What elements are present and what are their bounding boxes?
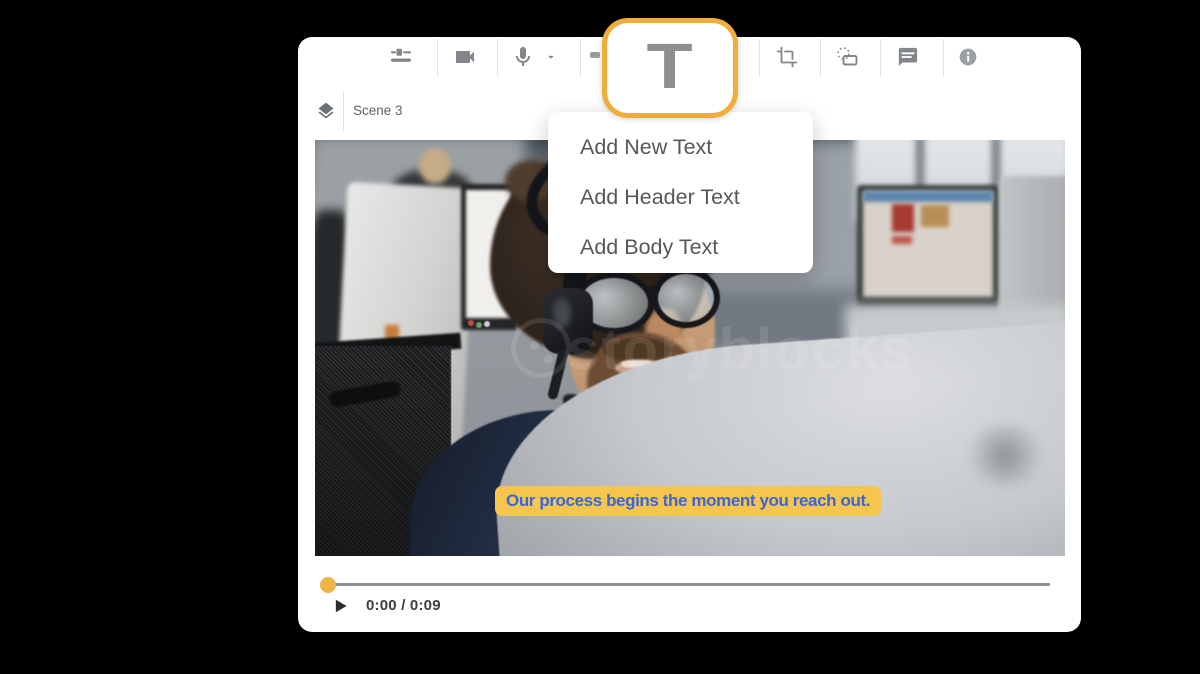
foreground-monitor-shadow-spot bbox=[960, 425, 1050, 485]
watermark-logo bbox=[511, 318, 571, 378]
add-text-icon-occluded bbox=[590, 52, 600, 58]
coworker-screen-thumbnail-small bbox=[892, 236, 912, 244]
toolbar-divider bbox=[759, 39, 760, 77]
background-person-head bbox=[419, 148, 451, 184]
scene-bar-divider bbox=[343, 91, 344, 131]
screenshot-canvas: T Scene 3 bbox=[0, 0, 1200, 674]
layers-icon[interactable] bbox=[316, 101, 336, 121]
toolbar-divider bbox=[437, 39, 438, 77]
menu-item-add-header-text[interactable]: Add Header Text bbox=[548, 172, 813, 222]
watermark-logo-dot bbox=[544, 355, 553, 364]
menu-item-add-new-text[interactable]: Add New Text bbox=[548, 122, 813, 172]
editor-panel: T Scene 3 bbox=[298, 37, 1081, 632]
coworker-monitor-browser-bar bbox=[863, 191, 993, 202]
toolbar-divider bbox=[497, 39, 498, 77]
play-button[interactable] bbox=[330, 596, 350, 616]
crop-icon[interactable] bbox=[775, 45, 799, 69]
playback-time: 0:00 / 0:09 bbox=[366, 597, 441, 614]
coworker-screen-thumbnail-tan bbox=[921, 205, 949, 227]
comment-icon[interactable] bbox=[896, 45, 920, 69]
scene-label: Scene 3 bbox=[353, 103, 403, 118]
caption-text-element[interactable]: Our process begins the moment you reach … bbox=[495, 486, 881, 516]
text-tool-dropdown-menu: Add New Text Add Header Text Add Body Te… bbox=[548, 112, 813, 273]
coworker-screen-thumbnail-red bbox=[892, 204, 914, 232]
sticker-dot-gray bbox=[484, 321, 490, 327]
menu-item-add-body-text[interactable]: Add Body Text bbox=[548, 222, 813, 272]
text-tool-glyph: T bbox=[647, 34, 693, 98]
toolbar-divider bbox=[943, 39, 944, 77]
toolbar-divider bbox=[820, 39, 821, 77]
timeline-scrubber-handle[interactable] bbox=[320, 577, 336, 593]
text-tool-button-highlighted[interactable]: T bbox=[602, 18, 738, 118]
adjust-sliders-icon[interactable] bbox=[389, 45, 413, 69]
watermark-text: storyblocks bbox=[567, 316, 915, 383]
animate-motion-icon[interactable] bbox=[835, 45, 859, 69]
mic-dropdown-arrow-icon[interactable] bbox=[544, 45, 558, 69]
microphone-icon[interactable] bbox=[511, 45, 535, 69]
toolbar-divider bbox=[580, 39, 581, 77]
sticker-dot-red bbox=[468, 320, 474, 326]
sticker-dot-green bbox=[476, 322, 482, 328]
watermark-logo-dot bbox=[530, 341, 539, 350]
timeline-scrubber-track[interactable] bbox=[328, 583, 1050, 586]
video-camera-icon[interactable] bbox=[453, 45, 477, 69]
info-icon[interactable] bbox=[956, 45, 980, 69]
toolbar-divider bbox=[880, 39, 881, 77]
